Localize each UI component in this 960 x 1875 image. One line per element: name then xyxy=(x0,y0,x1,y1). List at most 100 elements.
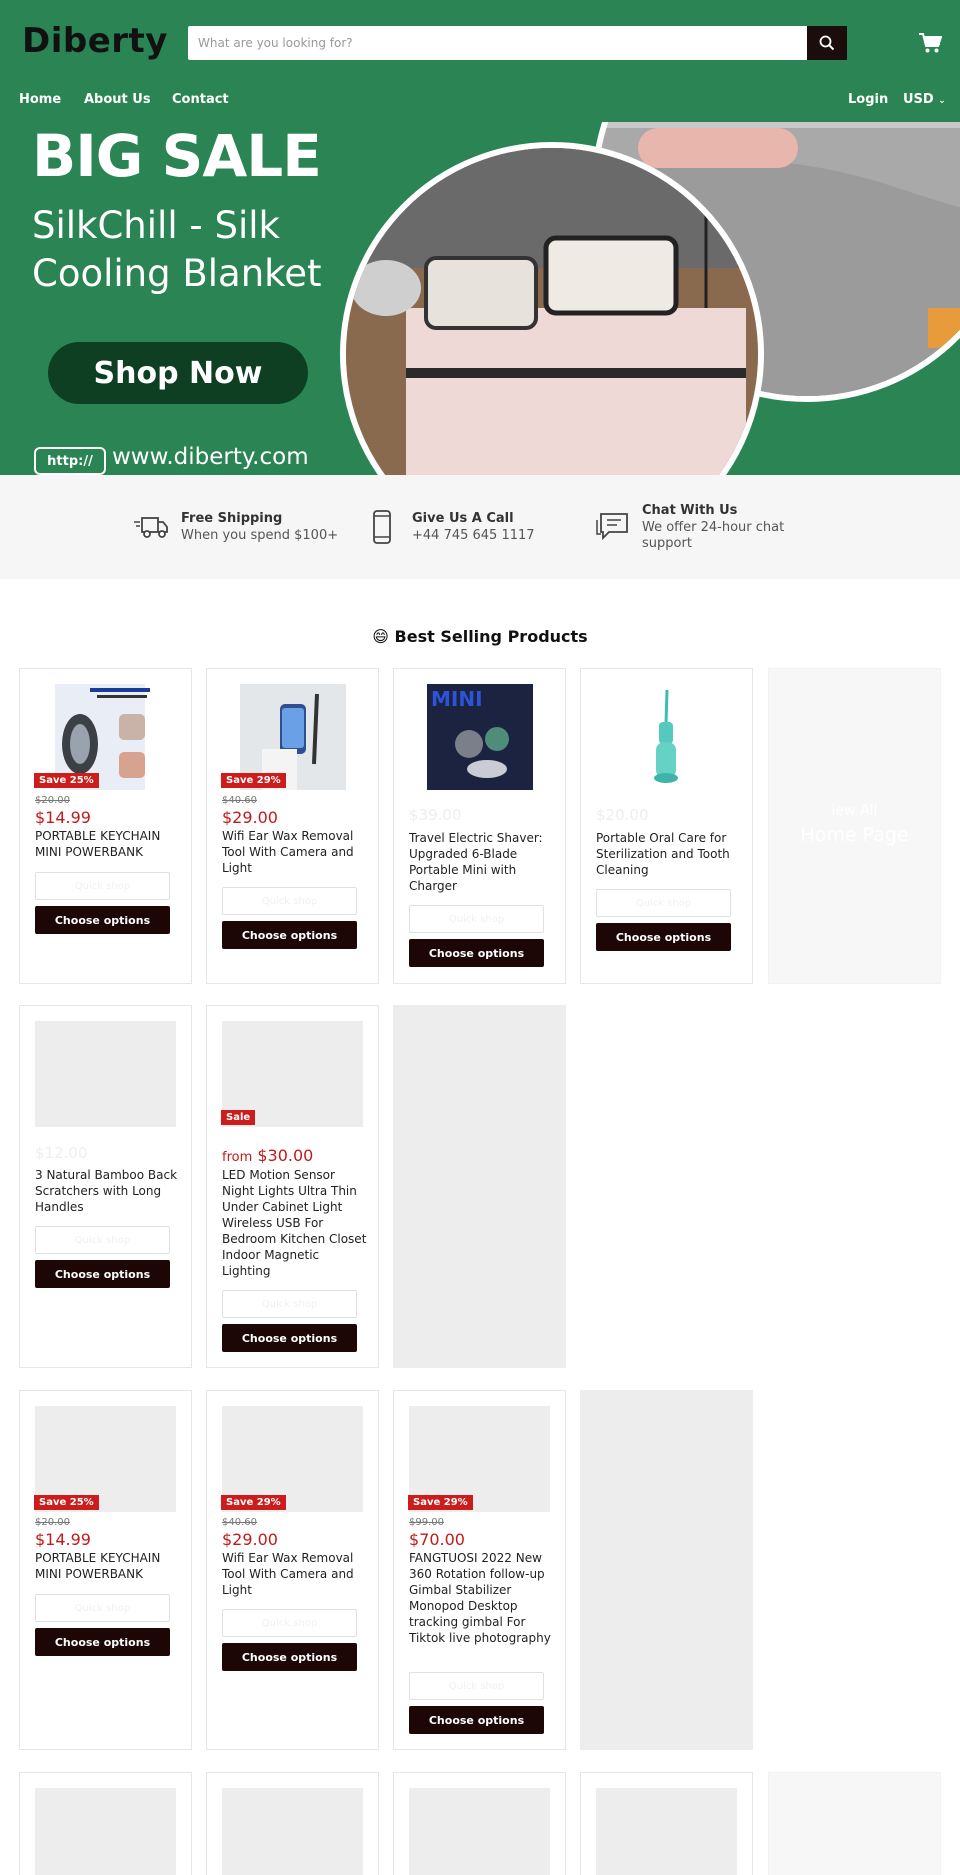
nav-about-us[interactable]: About Us xyxy=(84,92,151,107)
product-image[interactable] xyxy=(409,1788,550,1875)
sale-badge: Save 29% xyxy=(221,1495,286,1510)
chat-icon xyxy=(594,509,630,545)
feature-title: Chat With Us xyxy=(642,502,738,518)
product-title[interactable]: Wifi Ear Wax Removal Tool With Camera an… xyxy=(222,1550,367,1598)
quick-shop-button[interactable]: Quick shop xyxy=(35,872,170,900)
choose-options-button[interactable]: Choose options xyxy=(222,1324,357,1352)
hero-title: BIG SALE xyxy=(32,122,322,190)
choose-options-button[interactable]: Choose options xyxy=(222,1643,357,1671)
main-nav: Home About Us Contact Login USD ⌄ xyxy=(0,88,960,112)
product-price: $14.99 xyxy=(35,808,91,827)
compare-price: $20.00 xyxy=(35,795,70,806)
view-all-sublabel: Home Page xyxy=(800,824,909,846)
feature-subtitle: +44 745 645 1117 xyxy=(412,527,535,543)
compare-price: $40.60 xyxy=(222,795,257,806)
shop-now-button[interactable]: Shop Now xyxy=(48,342,308,404)
product-title[interactable]: FANGTUOSI 2022 New 360 Rotation follow-u… xyxy=(409,1550,554,1646)
sale-badge: Save 29% xyxy=(221,773,286,788)
product-image[interactable] xyxy=(596,684,737,790)
view-all-label: iew All xyxy=(831,803,878,819)
chevron-down-icon: ⌄ xyxy=(938,96,946,106)
search-icon xyxy=(819,35,835,51)
compare-price: $20.00 xyxy=(35,1517,70,1528)
product-price: from $30.00 xyxy=(222,1146,313,1165)
view-all-card[interactable]: iew All Home Page xyxy=(768,668,941,984)
quick-shop-button[interactable]: Quick shop xyxy=(596,889,731,917)
nav-contact[interactable]: Contact xyxy=(172,92,229,107)
search-input[interactable] xyxy=(188,26,807,60)
quick-shop-button[interactable]: Quick shop xyxy=(35,1594,170,1622)
product-card[interactable]: Save 29% $40.60 $29.00 Wifi Ear Wax Remo… xyxy=(206,668,379,984)
choose-options-button[interactable]: Choose options xyxy=(35,1260,170,1288)
product-price: $14.99 xyxy=(35,1530,91,1549)
product-card[interactable] xyxy=(393,1772,566,1875)
choose-options-button[interactable]: Choose options xyxy=(409,1706,544,1734)
currency-selector[interactable]: USD ⌄ xyxy=(903,92,946,107)
compare-price: $99.00 xyxy=(409,1517,444,1528)
product-card[interactable]: Save 25% $20.00 $14.99 PORTABLE KEYCHAIN… xyxy=(19,668,192,984)
product-card[interactable]: Save 29% $99.00 $70.00 FANGTUOSI 2022 Ne… xyxy=(393,1390,566,1750)
hero-subtitle: SilkChill - Silk Cooling Blanket xyxy=(32,204,322,295)
quick-shop-button[interactable]: Quick shop xyxy=(222,887,357,915)
site-logo[interactable]: Diberty xyxy=(22,20,168,62)
choose-options-button[interactable]: Choose options xyxy=(596,923,731,951)
product-price: $29.00 xyxy=(222,808,278,827)
hero-url: www.diberty.com xyxy=(112,444,309,470)
choose-options-button[interactable]: Choose options xyxy=(35,906,170,934)
product-title[interactable]: LED Motion Sensor Night Lights Ultra Thi… xyxy=(222,1167,367,1279)
section-title: 😄 Best Selling Products xyxy=(372,627,588,646)
logo-text: Diberty xyxy=(22,21,168,61)
feature-subtitle: When you spend $100+ xyxy=(181,527,339,543)
view-all-card[interactable] xyxy=(768,1772,941,1875)
sale-badge: Save 25% xyxy=(34,773,99,788)
cart-button[interactable] xyxy=(918,32,943,54)
product-price: $39.00 xyxy=(409,806,462,824)
quick-shop-button[interactable]: Quick shop xyxy=(222,1290,357,1318)
product-card-placeholder xyxy=(580,1390,753,1750)
sale-badge: Save 29% xyxy=(408,1495,473,1510)
product-image[interactable] xyxy=(596,1788,737,1875)
product-title[interactable]: Travel Electric Shaver: Upgraded 6-Blade… xyxy=(409,830,554,894)
quick-shop-button[interactable]: Quick shop xyxy=(222,1609,357,1637)
feature-subtitle: We offer 24-hour chat support xyxy=(642,519,785,551)
product-title[interactable]: PORTABLE KEYCHAIN MINI POWERBANK xyxy=(35,828,180,860)
nav-login[interactable]: Login xyxy=(848,92,888,107)
product-price: $12.00 xyxy=(35,1144,88,1162)
product-card[interactable] xyxy=(19,1772,192,1875)
product-title[interactable]: Wifi Ear Wax Removal Tool With Camera an… xyxy=(222,828,367,876)
sale-badge: Save 25% xyxy=(34,1495,99,1510)
choose-options-button[interactable]: Choose options xyxy=(35,1628,170,1656)
nav-home[interactable]: Home xyxy=(19,92,61,107)
search-button[interactable] xyxy=(807,26,847,60)
quick-shop-button[interactable]: Quick shop xyxy=(35,1226,170,1254)
quick-shop-button[interactable]: Quick shop xyxy=(409,905,544,933)
product-card[interactable] xyxy=(206,1772,379,1875)
product-image[interactable] xyxy=(35,1021,176,1127)
product-card[interactable]: MINI $39.00 Travel Electric Shaver: Upgr… xyxy=(393,668,566,984)
sale-badge: Sale xyxy=(221,1110,256,1125)
cart-icon xyxy=(919,33,943,53)
product-card[interactable]: Save 29% $40.60 $29.00 Wifi Ear Wax Remo… xyxy=(206,1390,379,1750)
truck-icon xyxy=(133,509,169,545)
phone-icon xyxy=(364,509,400,545)
product-image[interactable] xyxy=(35,1788,176,1875)
product-title[interactable]: 3 Natural Bamboo Back Scratchers with Lo… xyxy=(35,1167,180,1215)
choose-options-button[interactable]: Choose options xyxy=(409,939,544,967)
site-header: Diberty Home About Us Contact Login USD … xyxy=(0,0,960,122)
product-image[interactable]: MINI xyxy=(409,684,550,790)
product-card[interactable] xyxy=(580,1772,753,1875)
feature-call: Give Us A Call +44 745 645 1117 xyxy=(364,475,535,579)
product-card[interactable]: $20.00 Portable Oral Care for Sterilizat… xyxy=(580,668,753,984)
product-card-placeholder xyxy=(393,1005,566,1368)
hero-banner[interactable]: BIG SALE SilkChill - Silk Cooling Blanke… xyxy=(0,122,960,475)
product-title[interactable]: PORTABLE KEYCHAIN MINI POWERBANK xyxy=(35,1550,180,1582)
product-title[interactable]: Portable Oral Care for Sterilization and… xyxy=(596,830,741,878)
product-card[interactable]: Save 25% $20.00 $14.99 PORTABLE KEYCHAIN… xyxy=(19,1390,192,1750)
product-price: $29.00 xyxy=(222,1530,278,1549)
product-card[interactable]: Sale from $30.00 LED Motion Sensor Night… xyxy=(206,1005,379,1368)
product-image[interactable] xyxy=(222,1788,363,1875)
quick-shop-button[interactable]: Quick shop xyxy=(409,1672,544,1700)
choose-options-button[interactable]: Choose options xyxy=(222,921,357,949)
price-value: $30.00 xyxy=(257,1146,314,1165)
product-card[interactable]: $12.00 3 Natural Bamboo Back Scratchers … xyxy=(19,1005,192,1368)
